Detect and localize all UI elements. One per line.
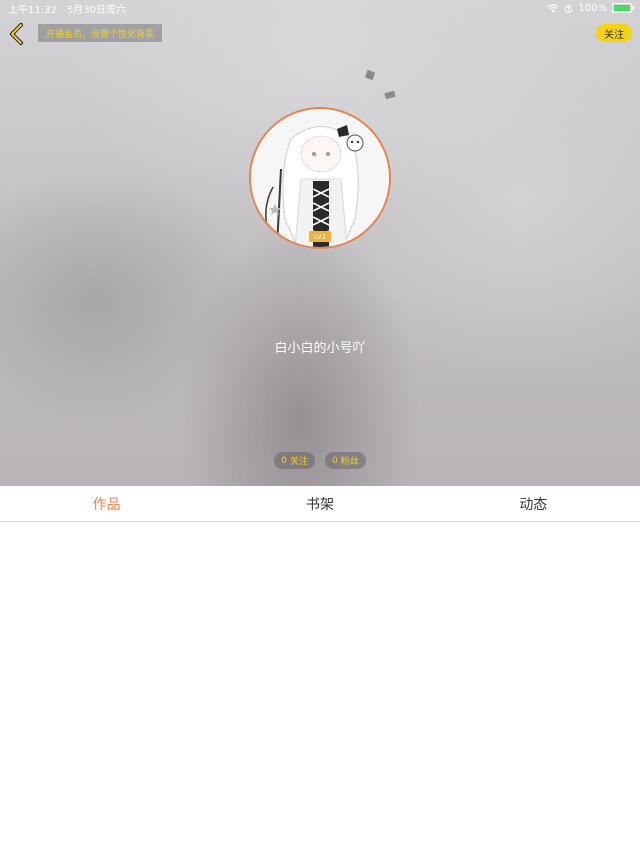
profile-stats: 0 关注 0 粉丝 bbox=[0, 452, 640, 469]
profile-header: 上午11:32 5月30日周六 100% 开通会员，设置个性化背景 关注 LV1… bbox=[0, 0, 640, 486]
tab-works[interactable]: 作品 bbox=[0, 486, 213, 521]
tab-content-area bbox=[0, 523, 640, 853]
follow-button[interactable]: 关注 bbox=[596, 24, 632, 42]
tab-activity[interactable]: 动态 bbox=[427, 486, 640, 521]
fans-label: 粉丝 bbox=[340, 457, 359, 467]
username: 白小白的小号吖 bbox=[274, 341, 366, 356]
decoration-shape bbox=[384, 90, 396, 100]
battery-icon bbox=[612, 3, 634, 13]
following-count-button[interactable]: 0 关注 bbox=[274, 452, 315, 469]
profile-tabs: 作品 书架 动态 bbox=[0, 486, 640, 522]
fans-count-button[interactable]: 0 粉丝 bbox=[325, 452, 366, 469]
back-button[interactable] bbox=[6, 22, 28, 46]
following-label: 关注 bbox=[289, 457, 308, 467]
status-date: 5月30日周六 bbox=[66, 4, 126, 16]
decoration-shape bbox=[364, 69, 376, 81]
avatar-image bbox=[251, 109, 389, 247]
battery-percent: 100% bbox=[578, 2, 607, 14]
status-bar: 上午11:32 5月30日周六 100% bbox=[0, 0, 640, 16]
level-badge: LV1 bbox=[309, 231, 331, 242]
following-count: 0 bbox=[281, 455, 287, 466]
tab-bookshelf[interactable]: 书架 bbox=[213, 486, 426, 521]
wifi-icon bbox=[547, 3, 560, 12]
alarm-icon bbox=[565, 4, 573, 13]
fans-count: 0 bbox=[332, 455, 338, 466]
avatar[interactable] bbox=[249, 107, 391, 249]
status-time: 上午11:32 bbox=[8, 4, 57, 16]
vip-banner-link[interactable]: 开通会员，设置个性化背景 bbox=[38, 24, 163, 42]
chevron-left-icon bbox=[10, 23, 23, 45]
